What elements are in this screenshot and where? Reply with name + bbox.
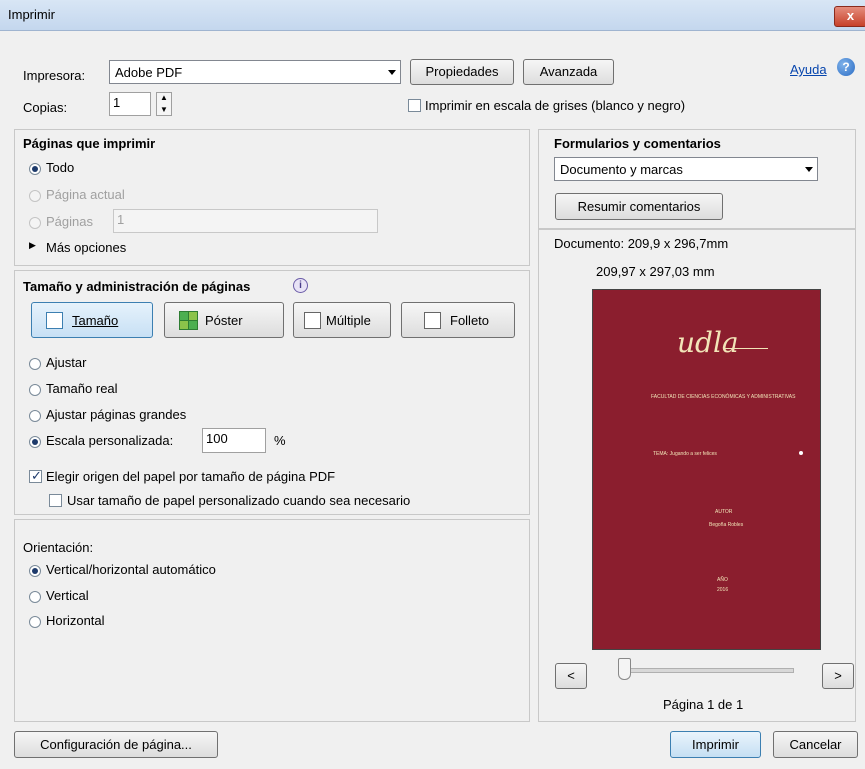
fit-radio[interactable] [29, 358, 41, 370]
page-indicator: Página 1 de 1 [663, 697, 744, 712]
more-options-link[interactable]: Más opciones [46, 240, 126, 255]
printer-select[interactable]: Adobe PDF [109, 60, 401, 84]
pages-range-radio[interactable] [29, 217, 41, 229]
next-page-button[interactable]: > [822, 663, 854, 689]
portrait-radio[interactable] [29, 591, 41, 603]
booklet-icon [424, 312, 441, 329]
forms-value: Documento y marcas [560, 162, 683, 177]
expand-triangle-icon[interactable]: ▶ [29, 240, 36, 251]
actual-size-label: Tamaño real [46, 381, 118, 396]
landscape-label: Horizontal [46, 613, 105, 628]
printer-value: Adobe PDF [115, 65, 183, 80]
actual-size-radio[interactable] [29, 384, 41, 396]
grayscale-checkbox[interactable] [408, 99, 421, 112]
fit-label: Ajustar [46, 355, 87, 370]
stepper-up-icon[interactable]: ▲ [160, 93, 168, 102]
auto-orientation-radio[interactable] [29, 565, 41, 577]
forms-heading: Formularios y comentarios [554, 136, 721, 151]
all-pages-radio[interactable] [29, 163, 41, 175]
portrait-label: Vertical [46, 588, 89, 603]
size-tab-button[interactable]: Tamaño [31, 302, 153, 338]
udla-logo: udla [677, 326, 739, 359]
custom-paper-label: Usar tamaño de papel personalizado cuand… [67, 493, 411, 508]
shrink-radio[interactable] [29, 410, 41, 422]
print-button[interactable]: Imprimir [670, 731, 761, 758]
tema-text: TEMA: Jugando a ser felices [653, 451, 717, 457]
paper-size: 209,97 x 297,03 mm [596, 264, 715, 279]
pages-range-label: Páginas [46, 214, 93, 229]
shrink-label: Ajustar páginas grandes [46, 407, 187, 422]
fit-page-icon [46, 312, 63, 329]
cancel-button[interactable]: Cancelar [773, 731, 858, 758]
help-icon[interactable]: ? [837, 58, 855, 76]
title-bar: Imprimir x [0, 0, 865, 31]
auto-orientation-label: Vertical/horizontal automático [46, 562, 216, 577]
paper-source-label: Elegir origen del papel por tamaño de pá… [46, 469, 336, 484]
poster-icon [179, 311, 198, 330]
page-slider-track[interactable] [620, 668, 794, 673]
sizing-heading: Tamaño y administración de páginas [23, 279, 251, 294]
current-page-label: Página actual [46, 187, 125, 202]
copies-stepper[interactable]: ▲ ▼ [156, 92, 172, 116]
chevron-down-icon [388, 70, 396, 75]
multiple-tab-button[interactable]: Múltiple [293, 302, 391, 338]
page-setup-button[interactable]: Configuración de página... [14, 731, 218, 758]
window-title: Imprimir [8, 7, 55, 22]
custom-scale-input[interactable]: 100 [202, 428, 266, 453]
pages-range-input[interactable]: 1 [113, 209, 378, 233]
paper-source-checkbox[interactable] [29, 468, 42, 484]
custom-scale-radio[interactable] [29, 436, 41, 448]
autor-name: Begoña Robles [709, 522, 744, 528]
cursor-dot [799, 451, 803, 455]
document-size: Documento: 209,9 x 296,7mm [554, 236, 729, 251]
ano-value: 2016 [717, 587, 729, 593]
close-button[interactable]: x [834, 6, 865, 27]
landscape-radio[interactable] [29, 616, 41, 628]
pages-heading: Páginas que imprimir [23, 136, 156, 151]
prev-page-button[interactable]: < [555, 663, 587, 689]
percent-label: % [274, 433, 286, 448]
logo-swoosh [723, 348, 768, 349]
printer-label: Impresora: [23, 68, 86, 83]
all-pages-label: Todo [46, 160, 75, 175]
forms-select[interactable]: Documento y marcas [554, 157, 818, 181]
stepper-down-icon[interactable]: ▼ [160, 105, 168, 114]
orientation-heading: Orientación: [23, 540, 94, 555]
chevron-down-icon [805, 167, 813, 172]
multiple-pages-icon [304, 312, 321, 329]
grayscale-label: Imprimir en escala de grises (blanco y n… [425, 98, 686, 113]
copies-label: Copias: [23, 100, 68, 115]
autor-label: AUTOR [715, 509, 733, 515]
page-slider-handle[interactable] [618, 658, 631, 680]
copies-input[interactable]: 1 [109, 92, 151, 116]
help-link[interactable]: Ayuda [790, 62, 827, 77]
info-icon[interactable]: i [293, 278, 308, 293]
page-preview: udla FACULTAD DE CIENCIAS ECONÓMICAS Y A… [592, 289, 821, 650]
custom-scale-label: Escala personalizada: [46, 433, 174, 448]
custom-paper-checkbox[interactable] [49, 494, 62, 507]
multiple-tab-label: Múltiple [326, 313, 371, 328]
properties-button[interactable]: Propiedades [410, 59, 514, 85]
booklet-tab-button[interactable]: Folleto [401, 302, 515, 338]
faculty-text: FACULTAD DE CIENCIAS ECONÓMICAS Y ADMINI… [651, 394, 796, 400]
poster-tab-button[interactable]: Póster [164, 302, 284, 338]
current-page-radio[interactable] [29, 190, 41, 202]
size-tab-label: Tamaño [72, 313, 119, 328]
advanced-button[interactable]: Avanzada [523, 59, 614, 85]
poster-tab-label: Póster [205, 313, 243, 328]
booklet-tab-label: Folleto [450, 313, 490, 328]
summarize-comments-button[interactable]: Resumir comentarios [555, 193, 723, 220]
ano-label: AÑO [717, 577, 728, 583]
